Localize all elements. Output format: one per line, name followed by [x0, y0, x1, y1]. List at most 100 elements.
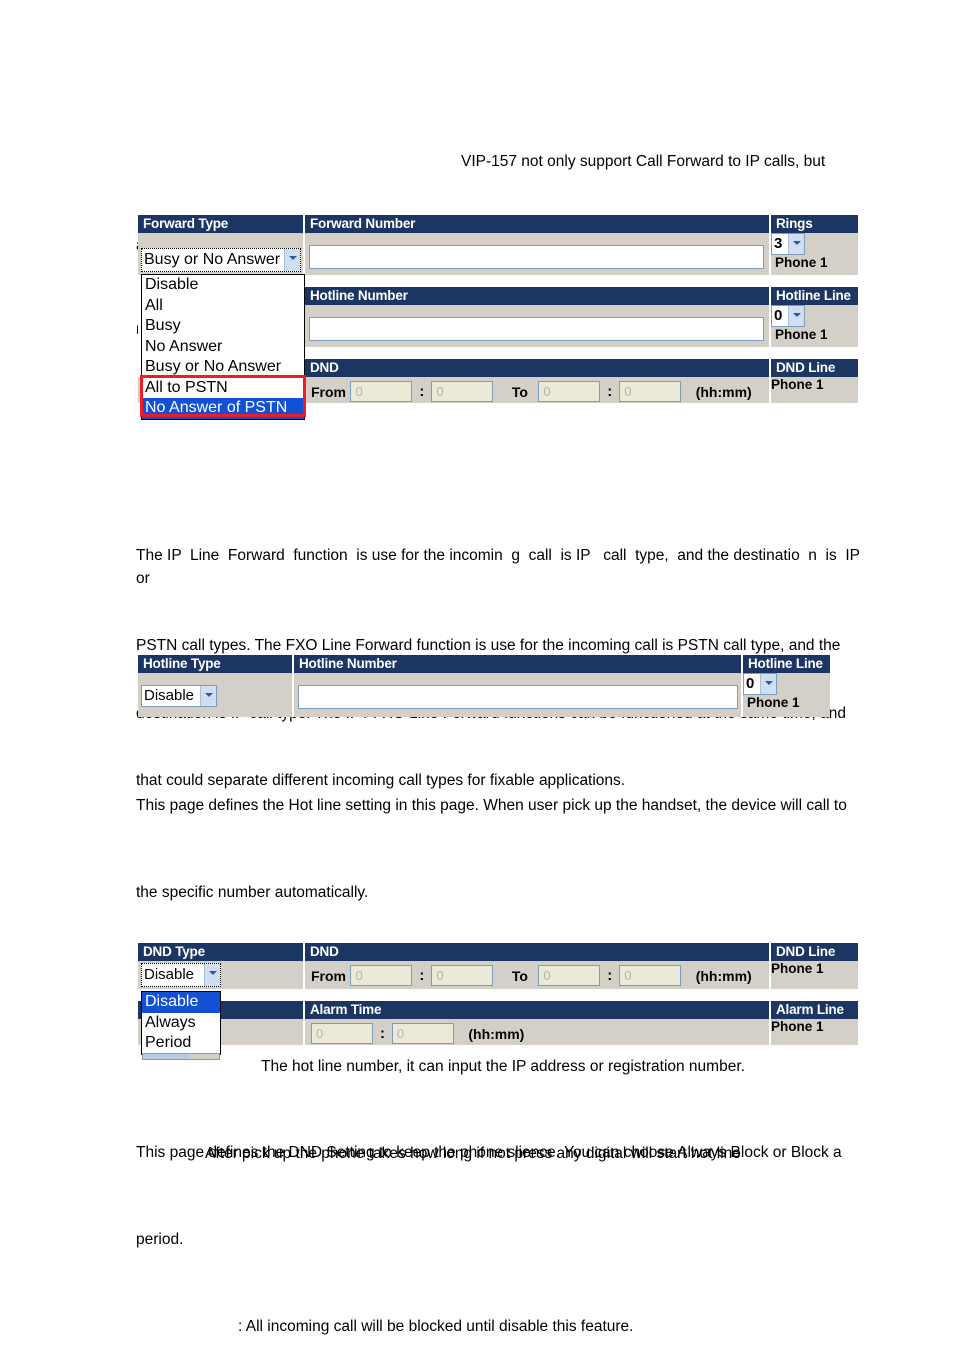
- dnd-type-header: DND Type: [138, 943, 305, 961]
- dropdown-option-disable[interactable]: Disable: [142, 275, 304, 296]
- dropdown-option-all[interactable]: All: [142, 296, 304, 317]
- dnd-line-cell: Phone 1: [769, 377, 858, 403]
- dnd-to-minute-input[interactable]: 0: [619, 381, 682, 402]
- dnd-header-row: DND Type DND DND Line: [138, 943, 858, 961]
- dnd-to-colon: :: [607, 383, 613, 400]
- hotline-number-header: Hotline Number: [303, 287, 771, 305]
- hotline-line-select[interactable]: 0: [743, 673, 777, 695]
- rings-cell: 3 Phone 1: [769, 233, 858, 275]
- dnd-line-header: DND Line: [769, 359, 858, 377]
- dropdown-option-busy[interactable]: Busy: [142, 316, 304, 337]
- chevron-down-icon[interactable]: [788, 234, 804, 254]
- hotline-line-cell: 0 Phone 1: [741, 673, 830, 717]
- hotline-type-select-value: Disable: [144, 687, 195, 704]
- chevron-down-icon[interactable]: [788, 306, 804, 326]
- forward-type-select[interactable]: Busy or No Answer: [141, 248, 301, 272]
- dnd-line-cell: Phone 1: [769, 961, 858, 989]
- dnd-bullet-1: : All incoming call will be blocked unti…: [238, 1318, 634, 1335]
- hotline-type-select[interactable]: Disable: [141, 685, 217, 707]
- dnd-line-header: DND Line: [769, 943, 858, 961]
- spacer-cell: [304, 347, 770, 359]
- dnd-type-select[interactable]: Disable: [141, 963, 221, 987]
- rings-line-label: Phone 1: [775, 255, 828, 271]
- spacer-cell: [770, 275, 858, 287]
- document-page: VIP-157 not only support Call Forward to…: [0, 0, 954, 1350]
- dnd-header: DND: [303, 943, 771, 961]
- alarm-colon: :: [379, 1025, 385, 1042]
- forward-type-dropdown-list[interactable]: Disable All Busy No Answer Busy or No An…: [141, 274, 305, 420]
- dnd-to-label: To: [511, 967, 528, 984]
- dropdown-option-no-answer[interactable]: No Answer: [142, 337, 304, 358]
- dnd-from-minute-input[interactable]: 0: [431, 965, 494, 986]
- hotline-settings-panel: Hotline Type Hotline Number Hotline Line…: [138, 655, 830, 717]
- dnd-type-select-value: Disable: [144, 966, 195, 983]
- dnd-to-colon: :: [607, 967, 613, 984]
- dnd-desc-line-1: This page defines the DND Setting to kee…: [136, 1144, 842, 1161]
- hotline-line-label: Phone 1: [775, 327, 828, 343]
- dnd-line-label: Phone 1: [771, 961, 824, 976]
- dnd-from-hour-input[interactable]: 0: [350, 965, 413, 986]
- hotline-desc-line-2: the specific number automatically.: [136, 884, 369, 901]
- dnd-from-label: From: [311, 967, 346, 984]
- alarm-header-row: Alarm Time Alarm Line: [138, 1001, 858, 1019]
- intro-line-1: VIP-157 not only support Call Forward to…: [461, 153, 826, 170]
- hotline-number-cell: [292, 673, 743, 717]
- dnd-time-format-hint: (hh:mm): [695, 383, 752, 400]
- hotline-value-row: Disable 0 Phone 1: [138, 673, 830, 717]
- dnd-panel-spacer: [138, 989, 858, 1001]
- scrollbar-thumb[interactable]: [143, 1054, 189, 1059]
- dropdown-option-no-answer-of-pstn[interactable]: No Answer of PSTN: [142, 398, 304, 419]
- dnd-from-colon: :: [419, 383, 425, 400]
- rings-select[interactable]: 3: [771, 233, 805, 255]
- dnd-time-cell: From 0 : 0 To 0 : 0 (hh:mm): [303, 377, 771, 403]
- hotline-type-cell: Disable: [138, 673, 294, 717]
- chevron-down-icon[interactable]: [760, 674, 776, 694]
- forward-number-input[interactable]: [309, 245, 764, 269]
- hotline-number-cell: [303, 305, 771, 347]
- dnd-description: This page defines the DND Setting to kee…: [136, 1080, 876, 1350]
- spacer-cell: [770, 347, 858, 359]
- dnd-time-format-hint: (hh:mm): [695, 967, 752, 984]
- dnd-to-minute-input[interactable]: 0: [619, 965, 682, 986]
- alarm-line-label: Phone 1: [771, 1019, 824, 1034]
- dnd-from-hour-input[interactable]: 0: [350, 381, 413, 402]
- dnd-dropdown-option-always[interactable]: Always: [142, 1013, 220, 1034]
- dropdown-option-busy-or-no-answer[interactable]: Busy or No Answer: [142, 357, 304, 378]
- hotline-number-input[interactable]: [298, 685, 738, 709]
- hotline-line-header: Hotline Line: [741, 655, 830, 673]
- forward-type-select-value: Busy or No Answer: [144, 251, 281, 268]
- forward-header-row: Forward Type Forward Number Rings: [138, 215, 858, 233]
- alarm-line-header: Alarm Line: [769, 1001, 858, 1019]
- dnd-type-cell: Disable: [138, 961, 305, 989]
- alarm-hour-input[interactable]: 0: [311, 1023, 373, 1044]
- chevron-down-icon[interactable]: [204, 964, 220, 986]
- dnd-to-hour-input[interactable]: 0: [538, 381, 601, 402]
- alarm-value-row: 0 : 0 (hh:mm) Phone 1: [138, 1019, 858, 1045]
- spacer-cell: [770, 989, 858, 1001]
- dnd-dropdown-option-disable[interactable]: Disable: [142, 992, 220, 1013]
- dnd-dropdown-option-period[interactable]: Period: [142, 1033, 220, 1054]
- dnd-type-dropdown-list[interactable]: Disable Always Period: [141, 991, 221, 1055]
- dnd-to-hour-input[interactable]: 0: [538, 965, 601, 986]
- dnd-from-label: From: [311, 383, 346, 400]
- dnd-from-minute-input[interactable]: 0: [431, 381, 494, 402]
- dropdown-option-all-to-pstn[interactable]: All to PSTN: [142, 378, 304, 399]
- hotline-number-input[interactable]: [309, 317, 764, 341]
- forward-type-cell: Busy or No Answer: [138, 233, 305, 275]
- forward-value-row: Busy or No Answer 3 Phone 1: [138, 233, 858, 275]
- hotline-type-header: Hotline Type: [138, 655, 294, 673]
- alarm-minute-input[interactable]: 0: [391, 1023, 454, 1044]
- hotline-header-row: Hotline Type Hotline Number Hotline Line: [138, 655, 830, 673]
- forward-number-header: Forward Number: [303, 215, 771, 233]
- alarm-line-cell: Phone 1: [769, 1019, 858, 1045]
- dnd-value-row: Disable From 0 : 0 To 0 : 0 (hh:mm) Phon…: [138, 961, 858, 989]
- hotline-line-select[interactable]: 0: [771, 305, 805, 327]
- spacer-cell: [304, 989, 770, 1001]
- hotline-line-label: Phone 1: [747, 695, 800, 711]
- rings-header: Rings: [769, 215, 858, 233]
- dnd-dropdown-scrollbar[interactable]: [142, 1053, 220, 1060]
- chevron-down-icon[interactable]: [284, 249, 300, 271]
- forward-number-cell: [303, 233, 771, 275]
- line-forward-line-1: The IP Line Forward function is use for …: [136, 547, 873, 587]
- chevron-down-icon[interactable]: [200, 686, 216, 706]
